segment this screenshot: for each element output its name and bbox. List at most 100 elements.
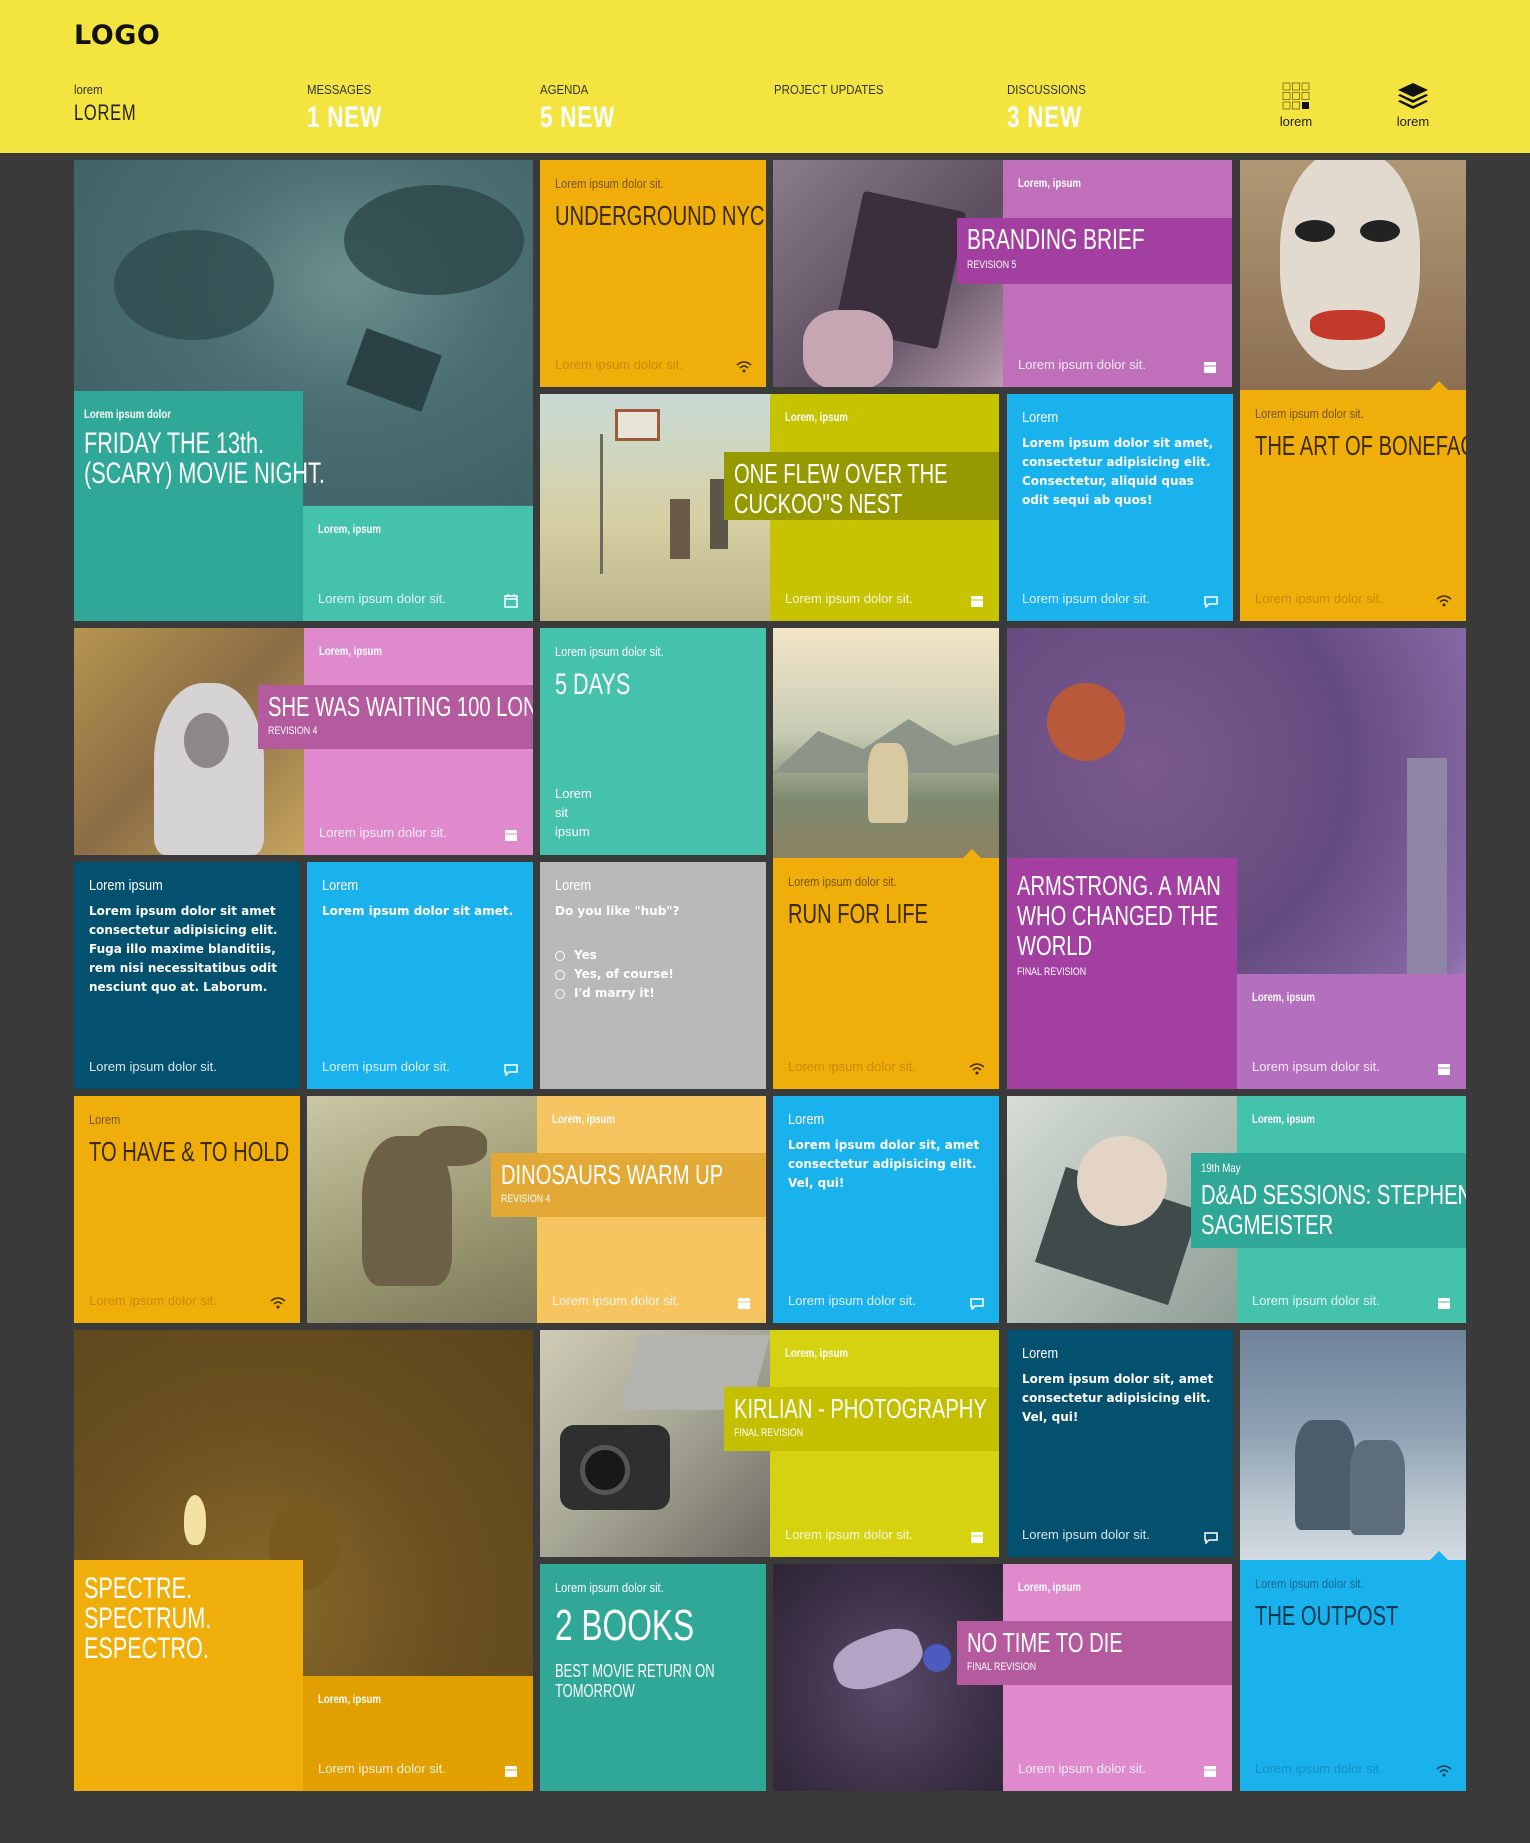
tile-tag: Lorem, ipsum xyxy=(318,522,381,536)
tile-footer: Lorem ipsum dolor sit. xyxy=(89,1293,217,1308)
tile-tag: Lorem ipsum dolor sit. xyxy=(555,644,664,659)
tile-footer: Lorem ipsum dolor sit. xyxy=(1252,1293,1380,1308)
friday-title-panel: Lorem ipsum dolor FRIDAY THE 13th. (SCAR… xyxy=(74,391,325,621)
nav-value: 3 NEW xyxy=(1007,101,1083,134)
tile-tag: Lorem, ipsum xyxy=(318,1692,381,1706)
tile-title: FRIDAY THE 13th. xyxy=(84,427,265,460)
chat-icon xyxy=(1204,1532,1218,1544)
poll-option[interactable]: I'd marry it! xyxy=(555,984,674,1003)
chat-icon xyxy=(970,1298,984,1310)
days-list: Lorem sit ipsum xyxy=(555,784,592,841)
tile-title: CUCKOO"S NEST xyxy=(734,488,903,519)
friday-sub-panel: Lorem, ipsum Lorem ipsum dolor sit. xyxy=(303,506,533,621)
tile-branding-brief[interactable]: Lorem, ipsum BRANDING BRIEF REVISION 5 L… xyxy=(773,160,1232,387)
tile-title: SPECTRE. xyxy=(84,1572,193,1605)
nav-item-discussions[interactable]: DISCUSSIONS 3 NEW xyxy=(1007,82,1107,135)
tile-title: UNDERGROUND NYC xyxy=(555,200,765,231)
tile-5-days[interactable]: Lorem ipsum dolor sit. 5 DAYS Lorem sit … xyxy=(540,628,766,855)
revision-label: REVISION 4 xyxy=(268,725,318,737)
tile-underground-nyc[interactable]: Lorem ipsum dolor sit. UNDERGROUND NYC L… xyxy=(540,160,766,387)
tile-footer: Lorem ipsum dolor sit. xyxy=(785,591,913,606)
tile-footer: Lorem ipsum dolor sit. xyxy=(318,1761,446,1776)
tile-tag: Lorem xyxy=(1022,409,1059,426)
tile-blue-text-1[interactable]: Lorem Lorem ipsum dolor sit amet, consec… xyxy=(1007,394,1233,621)
tile-2-books[interactable]: Lorem ipsum dolor sit. 2 BOOKS BEST MOVI… xyxy=(540,1564,766,1791)
poll-option[interactable]: Yes xyxy=(555,946,674,965)
tile-poll[interactable]: Lorem Do you like "hub"? Yes Yes, of cou… xyxy=(540,862,766,1089)
tile-no-time-to-die[interactable]: Lorem, ipsum NO TIME TO DIE FINAL REVISI… xyxy=(773,1564,1232,1791)
tile-friday-movie-night[interactable]: Lorem ipsum dolor FRIDAY THE 13th. (SCAR… xyxy=(74,160,533,621)
nav-item-agenda[interactable]: AGENDA 5 NEW xyxy=(540,82,640,135)
archive-icon xyxy=(1438,1064,1450,1075)
grid-view-button[interactable]: lorem xyxy=(1271,82,1321,129)
list-item: sit xyxy=(555,805,568,820)
tile-tag: Lorem, ipsum xyxy=(552,1112,615,1126)
poll-option-label: Yes xyxy=(574,948,597,962)
tile-footer: Lorem ipsum dolor sit. xyxy=(1255,591,1383,606)
tile-footer: Lorem ipsum dolor sit. xyxy=(319,825,447,840)
tile-subtitle: BEST MOVIE RETURN ON xyxy=(555,1661,715,1681)
layers-icon xyxy=(1398,83,1428,109)
revision-label: FINAL REVISION xyxy=(967,1661,1037,1673)
tile-footer: Lorem ipsum dolor sit. xyxy=(788,1293,916,1308)
poll-option-label: I'd marry it! xyxy=(574,986,655,1000)
radio-icon[interactable] xyxy=(555,988,565,999)
nav-value: LOREM xyxy=(74,100,137,125)
tile-art-of-boneface[interactable]: Lorem ipsum dolor sit. THE ART OF BONEFA… xyxy=(1240,160,1466,621)
nav-label: lorem xyxy=(74,82,103,97)
tile-tag: Lorem xyxy=(788,1111,825,1128)
tile-body: Lorem ipsum dolor sit, amet consectetur … xyxy=(788,1138,980,1190)
poll-option[interactable]: Yes, of course! xyxy=(555,965,674,984)
tile-tag: Lorem ipsum dolor xyxy=(84,407,171,421)
tile-blue-text-3[interactable]: Lorem Lorem ipsum dolor sit, amet consec… xyxy=(773,1096,999,1323)
tile-tag: Lorem ipsum dolor sit. xyxy=(1255,1576,1364,1591)
tile-dad-sessions[interactable]: Lorem, ipsum 19th May D&AD SESSIONS: STE… xyxy=(1007,1096,1466,1323)
tile-navy-text-2[interactable]: Lorem Lorem ipsum dolor sit, amet consec… xyxy=(1007,1330,1233,1557)
armstrong-title-panel: ARMSTRONG. A MAN WHO CHANGED THE WORLD F… xyxy=(1007,858,1237,1089)
nav-item-messages[interactable]: MESSAGES 1 NEW xyxy=(307,82,407,135)
tile-to-have-to-hold[interactable]: Lorem TO HAVE & TO HOLD Lorem ipsum dolo… xyxy=(74,1096,300,1323)
radio-icon[interactable] xyxy=(555,950,565,961)
nav-label: AGENDA xyxy=(540,82,589,97)
poll-question: Do you like "hub"? xyxy=(555,904,680,918)
tile-she-was-waiting[interactable]: Lorem, ipsum SHE WAS WAITING 100 LONG RE… xyxy=(74,628,533,855)
tile-cuckoos-nest[interactable]: Lorem, ipsum ONE FLEW OVER THE CUCKOO"S … xyxy=(540,394,999,621)
tile-title: 2 BOOKS xyxy=(555,1601,695,1650)
notch xyxy=(963,849,981,858)
title-band: KIRLIAN - PHOTOGRAPHY FINAL REVISION xyxy=(724,1387,999,1451)
tile-tag: Lorem, ipsum xyxy=(1018,176,1081,190)
tile-blue-text-2[interactable]: Lorem Lorem ipsum dolor sit amet. Lorem … xyxy=(307,862,533,1089)
tile-tag: Lorem xyxy=(89,1112,121,1127)
tile-title: 5 DAYS xyxy=(555,668,631,701)
tile-body: Lorem ipsum dolor sit amet consectetur a… xyxy=(89,904,278,994)
nav-item-project-updates[interactable]: PROJECT UPDATES xyxy=(774,82,898,97)
tile-footer: Lorem ipsum dolor sit. xyxy=(552,1293,680,1308)
tile-armstrong[interactable]: ARMSTRONG. A MAN WHO CHANGED THE WORLD F… xyxy=(1007,628,1466,1089)
tile-dinosaurs[interactable]: Lorem, ipsum DINOSAURS WARM UP REVISION … xyxy=(307,1096,766,1323)
tile-body: Lorem ipsum dolor sit amet, consectetur … xyxy=(1022,436,1214,507)
layers-label: lorem xyxy=(1396,114,1430,129)
tile-run-for-life[interactable]: Lorem ipsum dolor sit. RUN FOR LIFE Lore… xyxy=(773,628,999,1089)
tile-tag: Lorem ipsum dolor sit. xyxy=(555,1580,664,1595)
tile-title: ONE FLEW OVER THE xyxy=(734,458,948,489)
nav-item-lorem[interactable]: lorem LOREM xyxy=(74,82,157,126)
radio-icon[interactable] xyxy=(555,969,565,980)
grid-label: lorem xyxy=(1279,114,1313,129)
tile-footer: Lorem ipsum dolor sit. xyxy=(322,1059,450,1074)
tile-spectre[interactable]: SPECTRE. SPECTRUM. ESPECTRO. Lorem, ipsu… xyxy=(74,1330,533,1791)
archive-icon xyxy=(1204,362,1216,373)
nav-value: 1 NEW xyxy=(307,101,383,134)
tile-footer: Lorem ipsum dolor sit. xyxy=(1252,1059,1380,1074)
tile-title: SHE WAS WAITING 100 LONG xyxy=(268,691,533,722)
tile-title: D&AD SESSIONS: STEPHEN xyxy=(1201,1179,1466,1210)
tile-title: (SCARY) MOVIE NIGHT. xyxy=(84,457,325,490)
wifi-icon xyxy=(1436,1765,1452,1777)
tile-kirlian-photography[interactable]: Lorem, ipsum KIRLIAN - PHOTOGRAPHY FINAL… xyxy=(540,1330,999,1557)
tile-footer: Lorem ipsum dolor sit. xyxy=(1022,591,1150,606)
tile-the-outpost[interactable]: Lorem ipsum dolor sit. THE OUTPOST Lorem… xyxy=(1240,1330,1466,1791)
tile-tag: Lorem, ipsum xyxy=(1252,990,1315,1004)
tile-navy-text-1[interactable]: Lorem ipsum Lorem ipsum dolor sit amet c… xyxy=(74,862,300,1089)
tile-subtitle: TOMORROW xyxy=(555,1681,635,1701)
logo[interactable]: LOGO xyxy=(74,20,160,51)
layers-view-button[interactable]: lorem xyxy=(1388,82,1438,129)
